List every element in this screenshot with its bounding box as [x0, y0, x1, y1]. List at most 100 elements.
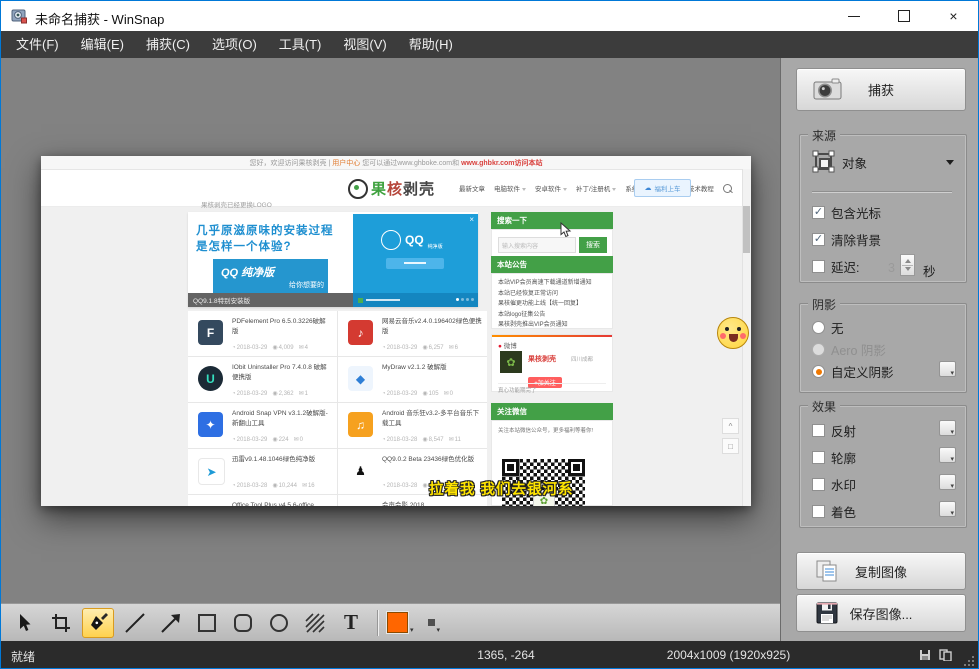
- arrow-tool[interactable]: [153, 607, 189, 639]
- capture-canvas[interactable]: 您好，欢迎访问果核剥壳 | 用户中心 您可以通过www.ghboke.com和 …: [1, 58, 780, 603]
- tint-options-button[interactable]: [939, 501, 956, 517]
- source-group-title: 来源: [808, 127, 840, 144]
- nav-item: 技术教程: [688, 183, 714, 193]
- topbar-user-center: 用户中心: [332, 158, 360, 168]
- status-text: 就绪: [11, 648, 35, 665]
- banner-badge: QQ 纯净版 给你想要的: [213, 259, 328, 293]
- draw-toolbar: T ▾ ▾: [1, 603, 780, 641]
- tint-checkbox[interactable]: 着色: [812, 502, 856, 521]
- object-selector[interactable]: 对象: [812, 150, 954, 174]
- outline-checkbox[interactable]: 轮廓: [812, 448, 856, 467]
- shadow-group: 阴影 无 Aero 阴影 自定义阴影: [799, 303, 967, 393]
- checkbox-checked-icon: ✓: [812, 233, 825, 246]
- capture-button[interactable]: 捕获: [796, 68, 966, 111]
- width-dropdown-icon[interactable]: ▾: [437, 626, 441, 634]
- hatch-icon: [304, 612, 326, 634]
- weibo-accent: [492, 335, 612, 337]
- color-dropdown-icon[interactable]: ▾: [410, 626, 414, 634]
- qq-logo: QQ 纯净版: [381, 230, 443, 250]
- topbar-highlight: www.ghbkr.com访问本站: [461, 158, 542, 168]
- crop-tool[interactable]: [43, 607, 79, 639]
- qr-toggle-button: □: [722, 438, 739, 454]
- select-tool[interactable]: [7, 607, 43, 639]
- qq-ring-icon: [381, 230, 401, 250]
- close-icon: ×: [469, 215, 474, 224]
- cursor-position: 1365, -264: [456, 648, 556, 662]
- clear-background-checkbox[interactable]: ✓ 清除背景: [812, 230, 881, 249]
- title-bar: 未命名捕获 - WinSnap ×: [1, 1, 978, 31]
- save-image-button[interactable]: 保存图像...: [796, 594, 966, 632]
- comments-icon: ✉: [449, 437, 454, 443]
- rounded-rect-tool[interactable]: [225, 607, 261, 639]
- captured-screenshot[interactable]: 您好，欢迎访问果核剥壳 | 用户中心 您可以通过www.ghboke.com和 …: [41, 156, 751, 506]
- date-icon: ◔: [382, 437, 386, 443]
- watermark-options-button[interactable]: [939, 474, 956, 490]
- capture-dimensions: 2004x1009 (1920x925): [641, 648, 816, 662]
- rectangle-tool[interactable]: [189, 607, 225, 639]
- app-icon: ✦: [198, 412, 223, 437]
- reflection-options-button[interactable]: [939, 420, 956, 436]
- date-icon: ◔: [232, 391, 236, 397]
- quick-copy-icon[interactable]: [939, 649, 952, 661]
- menu-edit[interactable]: 编辑(E): [70, 31, 135, 58]
- menu-view[interactable]: 视图(V): [332, 31, 397, 58]
- stroke-color-swatch[interactable]: [387, 612, 408, 633]
- avatar: ✿: [500, 351, 522, 373]
- shadow-custom-radio[interactable]: 自定义阴影: [812, 362, 894, 381]
- delay-spinner[interactable]: [900, 254, 915, 276]
- article-grid: F PDFelement Pro 6.5.0.3226破解版 ◔2018-03-…: [188, 311, 487, 506]
- line-width-swatch[interactable]: [428, 619, 435, 626]
- hatch-tool[interactable]: [297, 607, 333, 639]
- quick-save-icon[interactable]: [919, 649, 931, 661]
- menu-tools[interactable]: 工具(T): [268, 31, 333, 58]
- menu-help[interactable]: 帮助(H): [398, 31, 464, 58]
- copy-image-button[interactable]: 复制图像: [796, 552, 966, 590]
- shadow-none-radio[interactable]: 无: [812, 318, 844, 337]
- minimize-button[interactable]: [831, 1, 876, 31]
- maximize-button[interactable]: [881, 1, 926, 31]
- board-body: 本站VIP会员高速下载通道新增通知 本站已经恢复正常访问 果核催更功能上线【统一…: [491, 273, 613, 329]
- watermark-checkbox[interactable]: 水印: [812, 475, 856, 494]
- delay-unit: 秒: [923, 261, 936, 280]
- reflection-checkbox[interactable]: 反射: [812, 421, 856, 440]
- sidebar: 捕获 来源 对象 ✓ 包含光标: [780, 58, 979, 641]
- article-card: ♫ Android 音乐狂v3.2-多平台音乐下载工具 ◔2018-03-28◉…: [338, 403, 487, 448]
- winsnap-window: 未命名捕获 - WinSnap × 文件(F) 编辑(E) 捕获(C) 选项(O…: [0, 0, 979, 669]
- board-item: 本站logo征集公告: [498, 310, 612, 321]
- app-icon: ◗: [348, 504, 373, 506]
- menu-file[interactable]: 文件(F): [5, 31, 70, 58]
- outline-options-button[interactable]: [939, 447, 956, 463]
- include-cursor-checkbox[interactable]: ✓ 包含光标: [812, 203, 881, 222]
- menu-options[interactable]: 选项(O): [201, 31, 268, 58]
- checkbox-unchecked-icon: [812, 260, 825, 273]
- radio-selected-icon: [812, 365, 825, 378]
- custom-shadow-options-button[interactable]: [939, 361, 956, 377]
- comments-icon: ✉: [299, 391, 304, 397]
- ellipse-tool[interactable]: [261, 607, 297, 639]
- ellipse-icon: [268, 612, 290, 634]
- delay-checkbox[interactable]: 延迟:: [812, 257, 859, 276]
- pen-icon: [88, 613, 108, 633]
- board-item: 本站已经恢复正常访问: [498, 289, 612, 300]
- views-icon: ◉: [422, 391, 427, 397]
- app-icon: U: [198, 366, 223, 391]
- shadow-group-title: 阴影: [808, 296, 840, 313]
- rounded-rect-icon: [232, 612, 254, 634]
- date-icon: ◔: [232, 483, 236, 489]
- search-widget-body: 输入搜索内容 搜索: [491, 229, 613, 259]
- page-scrollbar-thumb: [743, 206, 750, 253]
- cursor-icon: [17, 613, 33, 633]
- line-tool[interactable]: [117, 607, 153, 639]
- menu-capture[interactable]: 捕获(C): [135, 31, 201, 58]
- text-tool[interactable]: T: [333, 607, 369, 639]
- close-button[interactable]: ×: [931, 1, 976, 31]
- minimize-icon: [848, 16, 860, 17]
- nav-item: 补丁/注册机: [576, 183, 616, 193]
- date-icon: ◔: [232, 345, 236, 351]
- crop-icon: [51, 613, 71, 633]
- app-icon: ●: [198, 504, 223, 506]
- highlighter-tool[interactable]: [82, 608, 114, 638]
- board-item: 果核催更功能上线【统一回复】: [498, 299, 612, 310]
- resize-grip[interactable]: [963, 655, 975, 667]
- status-bar: 就绪 1365, -264 2004x1009 (1920x925): [1, 641, 978, 669]
